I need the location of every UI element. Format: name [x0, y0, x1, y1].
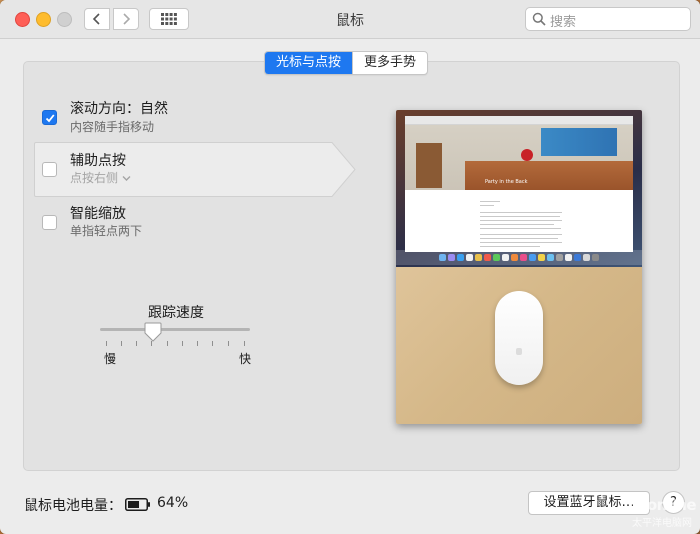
- chevron-down-icon: [122, 176, 131, 181]
- watermark-subtitle: 太平洋电脑网: [632, 518, 692, 529]
- preview-desk: [396, 267, 642, 424]
- preview-text-line: [480, 242, 562, 243]
- dock-icon: [475, 254, 482, 261]
- preview-vase: [521, 149, 533, 161]
- slider-tick: [136, 341, 137, 346]
- preview-text-line: [480, 201, 500, 202]
- slider-tick: [228, 341, 229, 346]
- tab-bar: 光标与点按 更多手势: [264, 51, 429, 75]
- preview-text-line: [480, 212, 562, 213]
- tracking-speed-label: 跟踪速度: [148, 305, 204, 321]
- preview-browser-bar: [405, 116, 633, 125]
- preview-dock: [396, 250, 642, 265]
- secondary-click-value: 点按右侧: [70, 171, 119, 185]
- dock-icon: [538, 254, 545, 261]
- tracking-speed-track[interactable]: [100, 328, 250, 331]
- smart-zoom-checkbox[interactable]: [42, 215, 57, 230]
- dock-icon: [511, 254, 518, 261]
- preview-text-line: [480, 224, 554, 225]
- slider-tick: [167, 341, 168, 346]
- preview-text-line: [480, 234, 562, 235]
- title-bar: 鼠标 搜索: [0, 0, 700, 39]
- preview-text-line: [480, 228, 561, 229]
- dock-icon: [529, 254, 536, 261]
- search-icon: [532, 12, 546, 26]
- preferences-window: 鼠标 搜索 光标与点按 更多手势 滚动方向：自然 内容随手指移动 辅助点按 点按…: [0, 0, 700, 534]
- apple-logo-icon: [516, 348, 522, 355]
- dock-icon: [565, 254, 572, 261]
- magic-mouse-image: [495, 291, 543, 385]
- scroll-direction-checkbox[interactable]: [42, 110, 57, 125]
- battery-icon: [125, 498, 150, 511]
- battery-percent: 64%: [157, 495, 189, 511]
- search-placeholder: 搜索: [550, 15, 577, 30]
- dock-icon: [592, 254, 599, 261]
- slider-tick: [182, 341, 183, 346]
- secondary-click-checkbox[interactable]: [42, 162, 57, 177]
- scroll-direction-title: 滚动方向：自然: [70, 101, 168, 117]
- dock-icon: [502, 254, 509, 261]
- dock-icon: [520, 254, 527, 261]
- dock-icon: [493, 254, 500, 261]
- slider-tick: [197, 341, 198, 346]
- preview-text-line: [480, 238, 558, 239]
- slider-tick: [244, 341, 245, 346]
- dock-icon: [439, 254, 446, 261]
- secondary-click-dropdown[interactable]: 点按右侧: [70, 169, 131, 186]
- smart-zoom-subtitle: 单指轻点两下: [70, 224, 143, 238]
- preview-screen: Party in the Back: [396, 110, 642, 267]
- dock-icon: [574, 254, 581, 261]
- tracking-fast-label: 快: [239, 352, 252, 366]
- battery-label: 鼠标电池电量：: [24, 498, 122, 514]
- dock-icon: [484, 254, 491, 261]
- smart-zoom-title: 智能缩放: [70, 206, 126, 222]
- preview-text-line: [480, 246, 540, 247]
- gesture-preview-video: Party in the Back: [396, 110, 642, 424]
- preview-text-line: [480, 205, 494, 206]
- tab-point-and-click[interactable]: 光标与点按: [265, 52, 353, 74]
- secondary-click-title: 辅助点按: [70, 153, 126, 169]
- dock-icon: [448, 254, 455, 261]
- preview-browser: Party in the Back: [405, 116, 633, 252]
- scroll-direction-subtitle: 内容随手指移动: [70, 120, 155, 134]
- preview-stool: [416, 143, 442, 188]
- tab-more-gestures[interactable]: 更多手势: [352, 52, 427, 74]
- dock-icon: [583, 254, 590, 261]
- slider-tick: [212, 341, 213, 346]
- preview-hero-image: Party in the Back: [405, 125, 633, 190]
- checkmark-icon: [45, 114, 55, 123]
- tracking-slow-label: 慢: [104, 352, 117, 366]
- preview-page-title: Party in the Back: [485, 179, 528, 185]
- dock-icon: [556, 254, 563, 261]
- preview-text-line: [480, 216, 560, 217]
- preview-sideboard: [465, 161, 633, 190]
- preview-wall-art: [541, 128, 617, 156]
- slider-tick: [106, 341, 107, 346]
- watermark-logo: pconline: [628, 496, 696, 514]
- dock-icon: [457, 254, 464, 261]
- search-field[interactable]: 搜索: [525, 7, 691, 31]
- dock-icon: [547, 254, 554, 261]
- preview-text-line: [480, 220, 562, 221]
- slider-tick: [121, 341, 122, 346]
- dock-icon: [466, 254, 473, 261]
- tracking-speed-knob[interactable]: [144, 322, 162, 342]
